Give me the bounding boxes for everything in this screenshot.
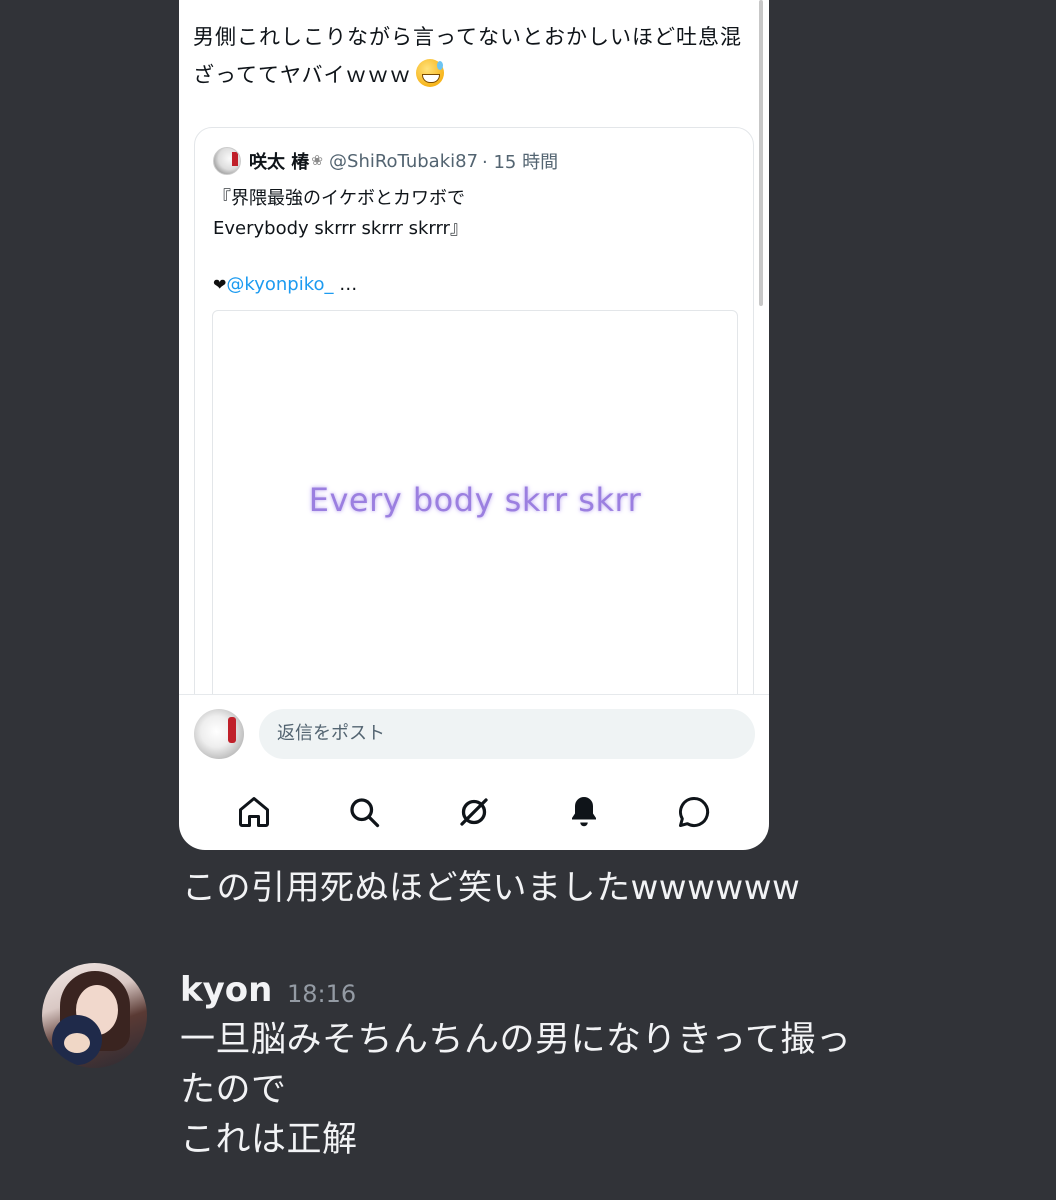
tweet-text: 男側これしこりながら言ってないとおかしいほど吐息混ざっててヤバイｗｗｗ — [193, 25, 742, 87]
home-icon — [239, 797, 269, 827]
message-line: これは正解 — [180, 1120, 358, 1160]
heart-icon: ❤ — [213, 275, 227, 294]
video-player[interactable]: Every body skrr skrr — [212, 310, 738, 739]
message-author[interactable]: kyon — [180, 970, 272, 1010]
quoted-tweet-card[interactable]: 咲太 椿 ❀ @ShiRoTubaki87 · 15 時間 『界隈最強のイケボと… — [194, 127, 754, 767]
message-bubble-icon — [679, 796, 710, 827]
quoted-author-name[interactable]: 咲太 椿 — [249, 148, 309, 174]
grok-icon — [460, 798, 488, 826]
reply-bar: 返信をポスト — [179, 695, 769, 775]
message-line: たので — [180, 1070, 287, 1110]
quoted-tweet-mention-line: ❤@kyonpiko_ … — [213, 274, 358, 295]
bottom-tab-bar — [179, 776, 769, 848]
user-avatar[interactable] — [194, 709, 244, 759]
message-body: 一旦脳みそちんちんの男になりきって撮っ たので これは正解 — [180, 1015, 1000, 1165]
tab-notifications[interactable] — [562, 790, 606, 834]
avatar[interactable] — [42, 963, 147, 1068]
tab-search[interactable] — [342, 790, 386, 834]
quoted-tweet-body: 『界隈最強のイケボとカワボで Everybody skrrr skrrr skr… — [213, 188, 468, 239]
quoted-author-handle[interactable]: @ShiRoTubaki87 — [329, 151, 478, 172]
embedded-screenshot[interactable]: 男側これしこりながら言ってないとおかしいほど吐息混ざっててヤバイｗｗｗ 咲太 椿… — [179, 0, 769, 850]
chat-message-continuation: この引用死ぬほど笑いましたwwwwww — [182, 868, 801, 908]
sweat-smile-emoji-icon — [415, 59, 444, 87]
mention-link[interactable]: @kyonpiko_ — [226, 274, 333, 295]
message-line: 一旦脳みそちんちんの男になりきって撮っ — [180, 1020, 852, 1060]
quoted-author-avatar[interactable] — [213, 147, 241, 175]
scrollbar[interactable] — [759, 0, 763, 306]
video-caption: Every body skrr skrr — [308, 481, 642, 519]
tab-home[interactable] — [232, 790, 276, 834]
search-icon — [350, 798, 380, 828]
quoted-tweet-header: 咲太 椿 ❀ @ShiRoTubaki87 · 15 時間 — [213, 146, 558, 176]
tab-grok[interactable] — [452, 790, 496, 834]
flower-icon: ❀ — [311, 153, 324, 169]
message-timestamp: 18:16 — [287, 980, 357, 1008]
reply-input[interactable]: 返信をポスト — [259, 709, 755, 759]
quoted-tweet-time: · 15 時間 — [482, 152, 559, 173]
bell-icon — [572, 797, 596, 827]
tab-messages[interactable] — [672, 790, 716, 834]
